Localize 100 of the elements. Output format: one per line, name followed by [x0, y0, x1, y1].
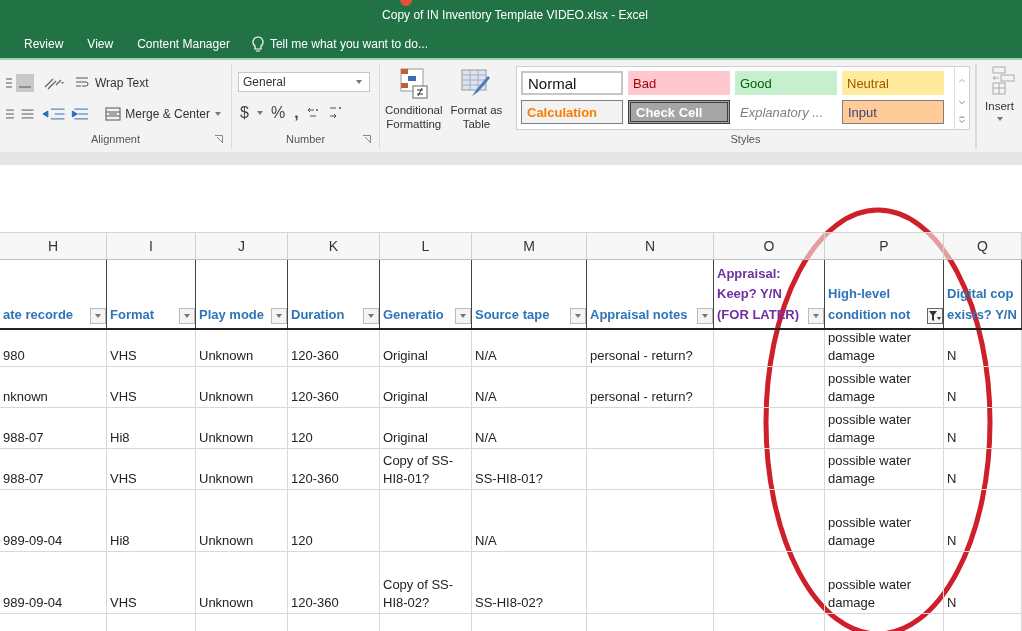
- column-header[interactable]: H: [0, 233, 107, 259]
- filter-dropdown-button[interactable]: [570, 308, 586, 324]
- dialog-launcher-icon[interactable]: [215, 135, 223, 143]
- column-header[interactable]: L: [380, 233, 472, 259]
- table-cell: 989-09-04: [3, 531, 63, 550]
- caret-icon: [94, 313, 102, 319]
- table-cell: Unknown: [199, 346, 254, 365]
- table-cell: 989-09-04: [3, 593, 63, 612]
- caret-icon: [459, 313, 467, 319]
- cell-style-option[interactable]: Neutral: [842, 71, 944, 95]
- comma-button[interactable]: ,: [292, 104, 301, 122]
- ribbon-tab[interactable]: Review: [14, 37, 74, 51]
- percent-button[interactable]: %: [268, 104, 288, 122]
- column-header[interactable]: Q: [944, 233, 1022, 259]
- filter-dropdown-button[interactable]: [363, 308, 379, 324]
- column-header[interactable]: J: [196, 233, 288, 259]
- wrap-text-button[interactable]: Wrap Text: [72, 73, 152, 92]
- cell-style-option[interactable]: Normal: [521, 71, 623, 95]
- conditional-formatting-icon: [398, 68, 429, 100]
- column-header[interactable]: P: [825, 233, 944, 259]
- dialog-launcher-icon[interactable]: [363, 135, 371, 143]
- table-cell: Hi8: [110, 428, 130, 447]
- table-cell-text: possible water damage: [828, 513, 913, 550]
- table-cell: 120-360: [291, 346, 339, 365]
- merge-center-button[interactable]: Merge & Center: [102, 104, 225, 123]
- cell-style-option[interactable]: Bad: [628, 71, 730, 95]
- table-cell: SS-HI8-01?: [475, 469, 543, 488]
- table-cell: Original: [383, 387, 428, 406]
- table-cell: SS-HI8-02?: [475, 593, 543, 612]
- header-cell-text: Appraisal notes: [590, 306, 688, 325]
- filter-dropdown-button[interactable]: [90, 308, 106, 324]
- column-header[interactable]: I: [107, 233, 196, 259]
- filter-dropdown-button[interactable]: [179, 308, 195, 324]
- currency-button[interactable]: $: [238, 104, 251, 122]
- group-label: Alignment: [91, 133, 140, 145]
- format-as-table-button[interactable]: Format as Table: [447, 66, 506, 134]
- table-cell: 988-07: [3, 469, 44, 488]
- table-cell-text: possible water damage: [828, 575, 913, 612]
- table-cell: 120-360: [291, 469, 339, 488]
- caret-icon: [183, 313, 191, 319]
- caret-icon: [995, 116, 1004, 123]
- table-cell: Original: [383, 428, 428, 447]
- conditional-formatting-button[interactable]: Conditional Formatting: [382, 66, 446, 134]
- table-cell: personal - return?: [590, 346, 693, 365]
- table-cell: N/A: [475, 531, 497, 550]
- ribbon-tab[interactable]: Content Manager: [127, 37, 240, 51]
- header-cell-text: Generatio: [383, 306, 444, 325]
- align-icon[interactable]: [6, 71, 36, 94]
- table-cell-text: possible water damage: [828, 369, 913, 406]
- column-header[interactable]: K: [288, 233, 380, 259]
- ribbon-tab[interactable]: View: [77, 37, 124, 51]
- table-cell-text: possible water damage: [828, 410, 913, 447]
- table-cell: 120: [291, 428, 313, 447]
- table-cell: 120-360: [291, 387, 339, 406]
- header-cell-text: Play mode: [199, 306, 265, 325]
- table-cell: VHS: [110, 346, 137, 365]
- funnel-icon: [929, 310, 941, 322]
- group-label: Number: [285, 133, 326, 145]
- table-cell-text: possible water damage: [828, 451, 913, 488]
- table-cell: N: [947, 593, 957, 612]
- header-cell-text: Source tape: [475, 306, 550, 325]
- merge-cells-icon: [105, 106, 122, 121]
- cell-style-option[interactable]: Input: [842, 100, 944, 124]
- table-cell: Copy of SS- HI8-02?: [383, 575, 454, 612]
- caret-icon: [355, 79, 363, 85]
- number-format-dropdown[interactable]: General: [238, 72, 370, 92]
- header-cell-text: Duration: [291, 306, 345, 325]
- lightbulb-icon: [251, 36, 264, 52]
- column-header[interactable]: N: [587, 233, 714, 259]
- cell-style-option[interactable]: Good: [735, 71, 837, 95]
- filter-dropdown-button[interactable]: [455, 308, 471, 324]
- caret-icon[interactable]: [255, 110, 264, 116]
- wrap-text-icon: [75, 75, 91, 90]
- tell-me-field[interactable]: Tell me what you want to do...: [251, 36, 428, 52]
- filter-dropdown-button[interactable]: [808, 308, 824, 324]
- header-cell-text: ate recorde: [3, 306, 74, 325]
- table-cell: Unknown: [199, 593, 254, 612]
- table-cell: N: [947, 469, 957, 488]
- table-cell: 120: [291, 531, 313, 550]
- table-cell: 120-360: [291, 593, 339, 612]
- column-header[interactable]: O: [714, 233, 825, 259]
- caret-icon: [367, 313, 375, 319]
- table-cell-text: possible water damage: [828, 328, 913, 365]
- insert-button[interactable]: Insert: [981, 64, 1018, 125]
- table-cell: N: [947, 346, 957, 365]
- filter-dropdown-button[interactable]: [271, 308, 287, 324]
- table-cell: 988-07: [3, 428, 44, 447]
- cell-style-option[interactable]: Explanatory ...: [735, 100, 837, 124]
- column-header[interactable]: M: [472, 233, 587, 259]
- table-cell: personal - return?: [590, 387, 693, 406]
- table-cell: 980: [3, 346, 25, 365]
- filter-active-button[interactable]: [927, 308, 943, 324]
- table-cell: VHS: [110, 387, 137, 406]
- filter-dropdown-button[interactable]: [697, 308, 713, 324]
- table-cell: nknown: [3, 387, 48, 406]
- header-cell-text: High-level condition not: [828, 285, 911, 325]
- table-cell: Copy of SS- HI8-01?: [383, 451, 454, 488]
- caret-icon: [275, 313, 283, 319]
- table-cell: N: [947, 531, 957, 550]
- caret-icon: [214, 110, 222, 117]
